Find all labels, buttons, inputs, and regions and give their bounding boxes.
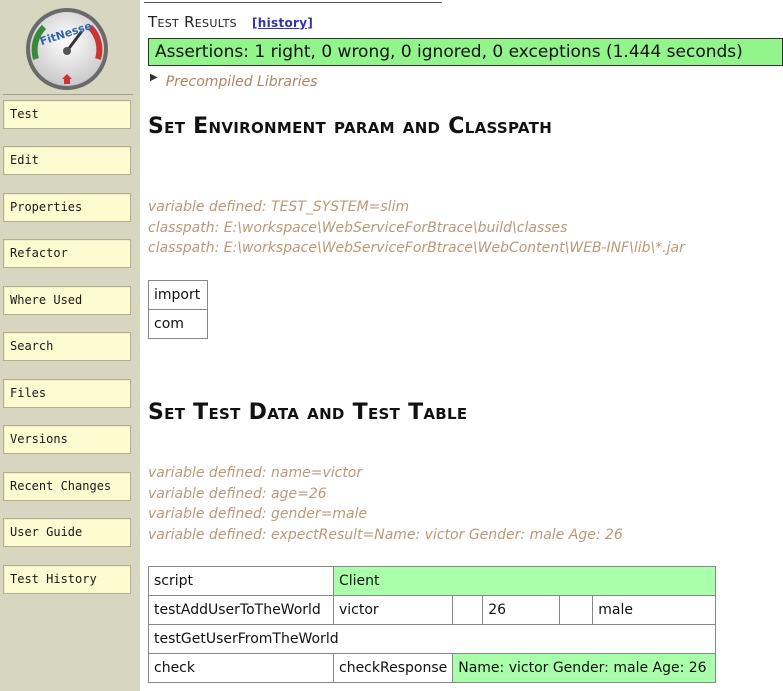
sidebar: FitNesse Test Edit Properties Refactor W… <box>0 0 140 691</box>
table-cell: victor <box>332 595 454 625</box>
table-cell-pass: Client <box>333 566 716 596</box>
variable-line: variable defined: age=26 <box>148 486 327 502</box>
import-table-cell: import <box>148 280 208 310</box>
table-cell: checkResponse <box>332 653 454 683</box>
nav-button-search[interactable]: Search <box>3 332 131 361</box>
collapsible-precompiled-libraries[interactable]: ▶ Precompiled Libraries <box>150 72 318 90</box>
table-cell-pass: Name: victor Gender: male Age: 26 <box>452 653 716 683</box>
variable-line: variable defined: TEST_SYSTEM=slim <box>148 199 410 215</box>
nav-button-test[interactable]: Test <box>3 100 131 129</box>
table-cell: script <box>148 566 334 596</box>
variable-line: variable defined: gender=male <box>148 506 368 522</box>
table-cell <box>559 595 594 625</box>
nav-button-edit[interactable]: Edit <box>3 146 131 175</box>
import-table-cell: com <box>148 309 208 339</box>
table-row: testAddUserToTheWorld victor 26 male <box>148 595 716 625</box>
table-cell <box>452 595 484 625</box>
table-row: check checkResponse Name: victor Gender:… <box>148 653 716 683</box>
top-rule <box>144 2 442 3</box>
table-cell: 26 <box>482 595 561 625</box>
nav-button-user-guide[interactable]: User Guide <box>3 518 131 547</box>
section-heading-environment: Set Environment param and Classpath <box>148 114 553 139</box>
variable-line: variable defined: name=victor <box>148 465 363 481</box>
import-table: import com <box>148 280 208 339</box>
page-title: Test Results [history] <box>148 13 313 31</box>
collapsible-label[interactable]: Precompiled Libraries <box>166 74 318 90</box>
table-cell: male <box>592 595 716 625</box>
nav-button-versions[interactable]: Versions <box>3 425 131 454</box>
nav-button-test-history[interactable]: Test History <box>3 565 131 594</box>
script-table: script Client testAddUserToTheWorld vict… <box>148 566 716 683</box>
sidebar-divider <box>3 94 133 95</box>
nav-button-recent-changes[interactable]: Recent Changes <box>3 472 131 501</box>
nav-button-refactor[interactable]: Refactor <box>3 239 131 268</box>
table-row: script Client <box>148 566 716 596</box>
classpath-line: classpath: E:\workspace\WebServiceForBtr… <box>148 220 568 236</box>
expand-triangle-icon[interactable]: ▶ <box>150 72 158 83</box>
section-heading-test-data: Set Test Data and Test Table <box>148 400 468 425</box>
table-cell: check <box>148 653 334 683</box>
test-summary-bar: Assertions: 1 right, 0 wrong, 0 ignored,… <box>148 38 783 66</box>
nav-button-properties[interactable]: Properties <box>3 193 131 222</box>
table-row: testGetUserFromTheWorld <box>148 624 716 654</box>
table-cell: testGetUserFromTheWorld <box>148 624 716 654</box>
fitnesse-logo[interactable]: FitNesse <box>22 7 112 92</box>
variable-line: variable defined: expectResult=Name: vic… <box>148 527 623 543</box>
history-link[interactable]: [history] <box>252 16 313 30</box>
page-title-text: Test Results <box>148 13 237 31</box>
classpath-line: classpath: E:\workspace\WebServiceForBtr… <box>148 240 685 256</box>
table-cell: testAddUserToTheWorld <box>148 595 334 625</box>
nav-button-where-used[interactable]: Where Used <box>3 286 131 315</box>
nav-button-files[interactable]: Files <box>3 379 131 408</box>
